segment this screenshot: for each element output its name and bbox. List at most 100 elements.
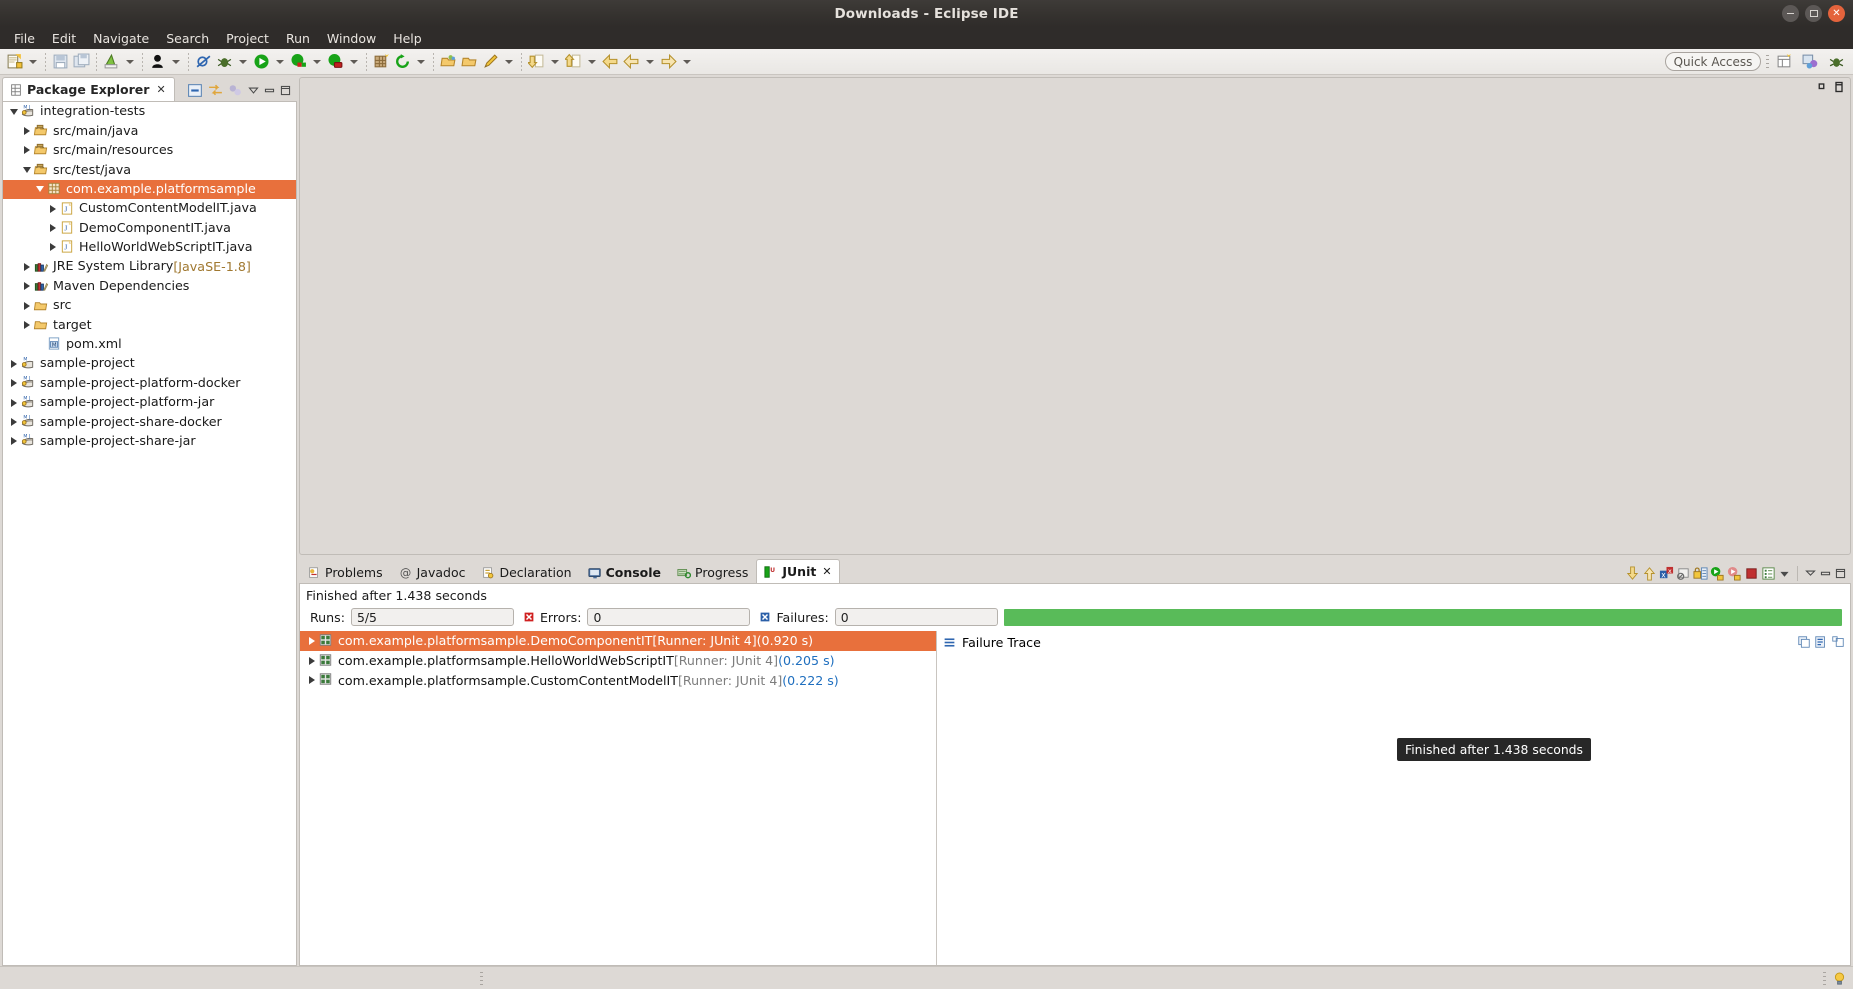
- previous-annotation-icon[interactable]: [563, 51, 584, 73]
- menu-file[interactable]: File: [6, 29, 43, 48]
- toolbar-drag-handle[interactable]: [1766, 55, 1769, 68]
- back-icon[interactable]: [600, 51, 621, 73]
- close-window-button[interactable]: ✕: [1828, 5, 1845, 22]
- tree-item-democomponentit-java[interactable]: J DemoComponentIT.java: [3, 218, 296, 237]
- test-run-history-icon[interactable]: [1761, 566, 1776, 581]
- expand-arrow-icon[interactable]: [305, 656, 318, 665]
- restore-icon[interactable]: [1817, 81, 1829, 93]
- tab-declaration[interactable]: Declaration: [473, 561, 579, 583]
- forward-dropdown-arrow[interactable]: [683, 59, 691, 64]
- expand-arrow-icon[interactable]: [46, 243, 59, 252]
- menu-project[interactable]: Project: [218, 29, 277, 48]
- view-menu-icon[interactable]: [1778, 567, 1791, 580]
- restore-icon[interactable]: [1819, 567, 1832, 580]
- tab-problems[interactable]: Problems: [299, 561, 391, 583]
- expand-arrow-icon[interactable]: [7, 437, 20, 446]
- tree-item-sample-project-platform-jar[interactable]: M Jsample-project-platform-jar: [3, 393, 296, 412]
- expand-arrow-icon[interactable]: [20, 262, 33, 271]
- expand-arrow-icon[interactable]: [46, 224, 59, 233]
- minimize-icon[interactable]: [263, 82, 276, 99]
- stop-icon[interactable]: [1744, 566, 1759, 581]
- annotation-dropdown-arrow[interactable]: [505, 59, 513, 64]
- test-result-row[interactable]: com.example.platformsample.CustomContent…: [300, 671, 936, 691]
- collapse-arrow-icon[interactable]: [7, 108, 20, 115]
- tab-package-explorer[interactable]: Package Explorer ✕: [2, 77, 175, 101]
- tree-item-jre-system-library[interactable]: JRE System Library [JavaSE-1.8]: [3, 257, 296, 276]
- debug-perspective-icon[interactable]: [1826, 51, 1847, 73]
- expand-arrow-icon[interactable]: [20, 301, 33, 310]
- view-menu-icon[interactable]: [247, 82, 260, 99]
- run-button[interactable]: [251, 51, 272, 73]
- menu-run[interactable]: Run: [278, 29, 318, 48]
- back-history-icon[interactable]: [621, 51, 642, 73]
- open-type-icon[interactable]: [438, 51, 459, 73]
- tab-javadoc[interactable]: @ Javadoc: [391, 561, 474, 583]
- maximize-icon[interactable]: [279, 82, 292, 99]
- rerun-failed-icon[interactable]: [1727, 566, 1742, 581]
- java-perspective-icon[interactable]: [1774, 51, 1795, 73]
- editor-area[interactable]: [299, 77, 1851, 555]
- debug-button[interactable]: [214, 51, 235, 73]
- link-with-editor-icon[interactable]: [207, 82, 224, 99]
- run-dropdown-arrow[interactable]: [276, 59, 284, 64]
- run-last-tool-dropdown-arrow[interactable]: [172, 59, 180, 64]
- show-ignored-icon[interactable]: [1676, 566, 1691, 581]
- minimize-icon[interactable]: [1804, 567, 1817, 580]
- tree-item-sample-project[interactable]: Msample-project: [3, 354, 296, 373]
- expand-arrow-icon[interactable]: [305, 636, 318, 645]
- save-all-button[interactable]: [71, 51, 92, 73]
- external-tools-dropdown-arrow[interactable]: [350, 59, 358, 64]
- expand-arrow-icon[interactable]: [20, 127, 33, 136]
- menu-help[interactable]: Help: [385, 29, 430, 48]
- tree-item-src[interactable]: src: [3, 296, 296, 315]
- next-annotation-dropdown-arrow[interactable]: [551, 59, 559, 64]
- expand-arrow-icon[interactable]: [20, 320, 33, 329]
- package-explorer-tree[interactable]: M Jintegration-tests src/main/java src/main…: [2, 101, 297, 966]
- tree-item-target[interactable]: target: [3, 315, 296, 334]
- maximize-window-button[interactable]: [1805, 5, 1822, 22]
- open-resource-icon[interactable]: [459, 51, 480, 73]
- new-file-button[interactable]: [4, 51, 25, 73]
- new-file-dropdown-arrow[interactable]: [29, 59, 37, 64]
- close-icon[interactable]: ✕: [156, 83, 165, 96]
- debug-dropdown-arrow[interactable]: [239, 59, 247, 64]
- tree-item-sample-project-share-jar[interactable]: M Jsample-project-share-jar: [3, 432, 296, 451]
- tree-item-sample-project-share-docker[interactable]: M Jsample-project-share-docker: [3, 412, 296, 431]
- menu-search[interactable]: Search: [158, 29, 217, 48]
- test-result-row[interactable]: com.example.platformsample.DemoComponent…: [300, 631, 936, 651]
- previous-failure-icon[interactable]: [1642, 566, 1657, 581]
- tree-item-pom-xml[interactable]: Mpom.xml: [3, 335, 296, 354]
- new-class-icon[interactable]: [371, 51, 392, 73]
- expand-arrow-icon[interactable]: [20, 282, 33, 291]
- tree-item-com-example-platformsample[interactable]: com.example.platformsample: [3, 179, 296, 199]
- rerun-test-icon[interactable]: [1710, 566, 1725, 581]
- tab-console[interactable]: Console: [580, 561, 669, 583]
- expand-arrow-icon[interactable]: [305, 676, 318, 685]
- coverage-dropdown-arrow[interactable]: [313, 59, 321, 64]
- run-last-tool-button[interactable]: [147, 51, 168, 73]
- new-java-project-dropdown-arrow[interactable]: [126, 59, 134, 64]
- expand-arrow-icon[interactable]: [20, 146, 33, 155]
- tab-progress[interactable]: Progress: [669, 561, 756, 583]
- quick-access-input[interactable]: Quick Access: [1665, 52, 1761, 71]
- expand-arrow-icon[interactable]: [7, 398, 20, 407]
- collapse-arrow-icon[interactable]: [20, 166, 33, 173]
- maximize-icon[interactable]: [1834, 567, 1847, 580]
- save-button[interactable]: [50, 51, 71, 73]
- next-annotation-icon[interactable]: [526, 51, 547, 73]
- java-ee-perspective-icon[interactable]: [1800, 51, 1821, 73]
- coverage-button[interactable]: [288, 51, 309, 73]
- maximize-icon[interactable]: [1833, 81, 1845, 93]
- expand-arrow-icon[interactable]: [7, 379, 20, 388]
- refresh-dropdown-arrow[interactable]: [417, 59, 425, 64]
- tree-item-src-test-java[interactable]: src/test/java: [3, 160, 296, 179]
- collapse-all-icon[interactable]: [187, 82, 204, 99]
- close-icon[interactable]: ✕: [822, 565, 831, 578]
- tree-item-customcontentmodelit-java[interactable]: J CustomContentModelIT.java: [3, 199, 296, 218]
- expand-arrow-icon[interactable]: [7, 417, 20, 426]
- tree-item-sample-project-platform-docker[interactable]: M Jsample-project-platform-docker: [3, 373, 296, 392]
- show-failures-only-icon[interactable]: xx: [1659, 566, 1674, 581]
- tree-item-helloworldwebscriptit-java[interactable]: J HelloWorldWebScriptIT.java: [3, 238, 296, 257]
- expand-arrow-icon[interactable]: [7, 359, 20, 368]
- next-failure-icon[interactable]: [1625, 566, 1640, 581]
